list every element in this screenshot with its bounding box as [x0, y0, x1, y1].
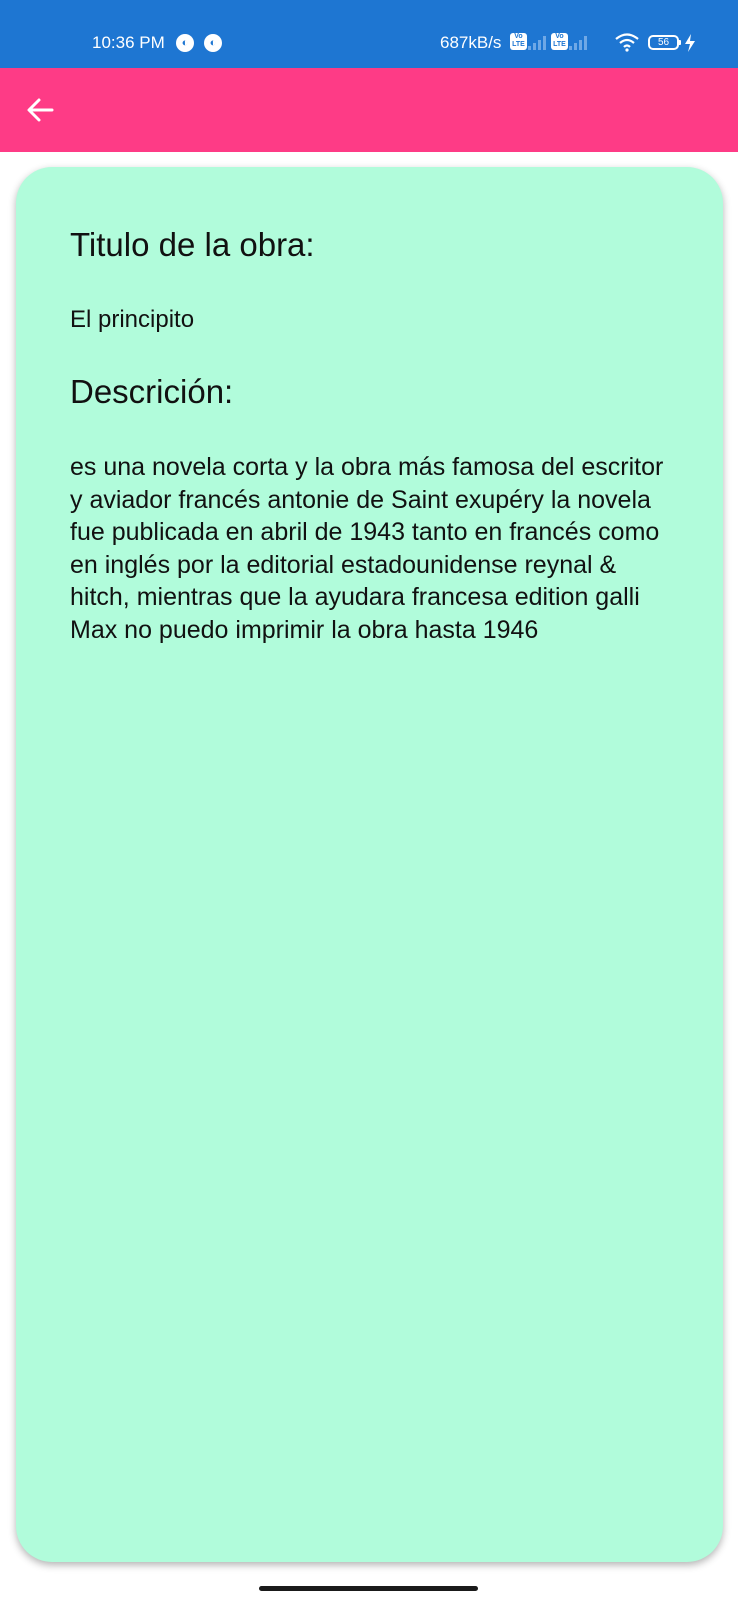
signal-icon — [569, 36, 587, 50]
battery-cap — [679, 40, 681, 45]
volte-icon: Vo LTE — [510, 33, 527, 50]
description-heading: Descrición: — [70, 373, 234, 410]
network-speed: 687kB/s — [440, 33, 502, 52]
signal-icon — [528, 36, 546, 50]
title-heading: Titulo de la obra: — [70, 226, 315, 263]
home-indicator[interactable] — [259, 1586, 478, 1591]
back-button[interactable] — [18, 88, 62, 132]
wifi-icon — [615, 33, 639, 52]
book-description: es una novela corta y la obra más famosa… — [70, 453, 664, 644]
app-bar — [0, 68, 738, 152]
arrow-left-icon — [27, 98, 54, 122]
status-time: 10:36 PM — [92, 33, 165, 52]
volte-icon: Vo LTE — [551, 33, 568, 50]
battery-icon: 56 — [648, 35, 679, 50]
notification-app-icon: ◐ — [204, 34, 222, 52]
book-detail-card: Titulo de la obra: El principito Descric… — [16, 167, 723, 1562]
status-bar: 10:36 PM ◐ ◐ 687kB/s Vo LTE Vo LTE 56 — [0, 0, 738, 68]
book-title: El principito — [70, 306, 195, 333]
charging-bolt-icon — [685, 34, 695, 52]
notification-app-icon: ◐ — [176, 34, 194, 52]
